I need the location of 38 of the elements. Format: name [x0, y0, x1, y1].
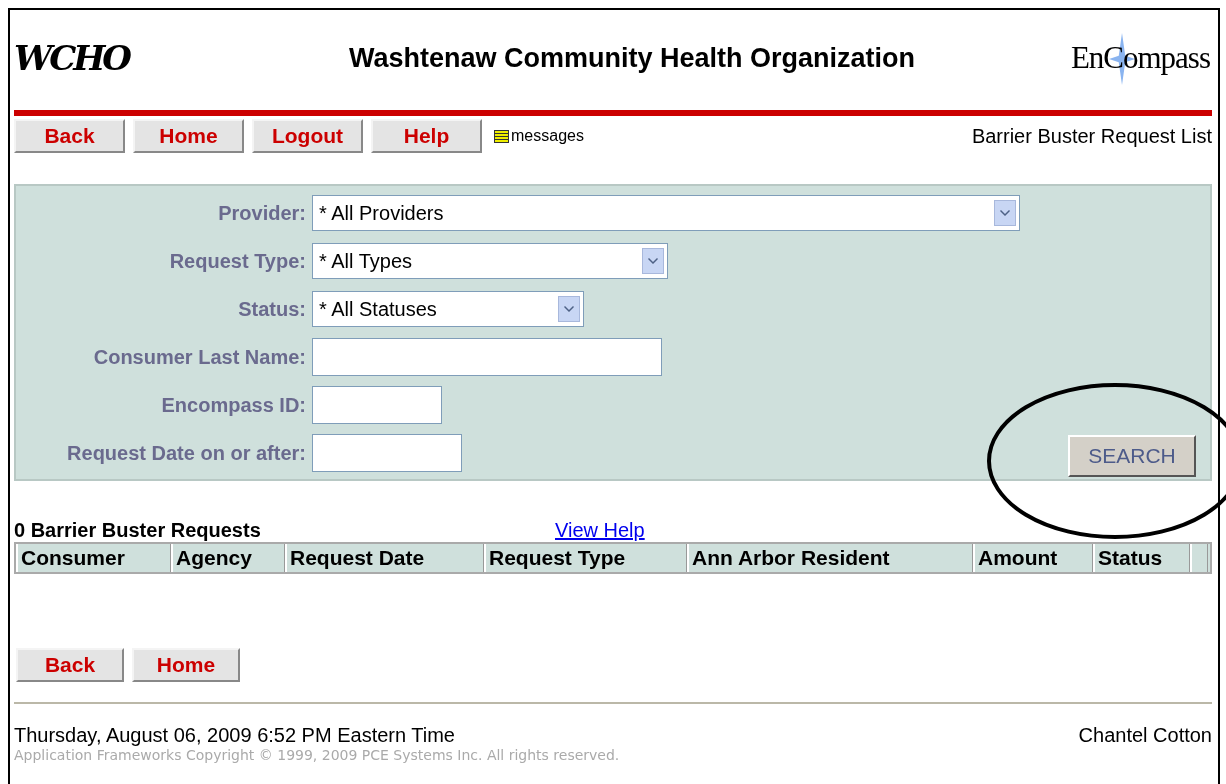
column-header: Request Type — [484, 544, 687, 572]
site-title: Washtenaw Community Health Organization — [347, 42, 916, 74]
nav-button[interactable]: Back — [14, 119, 125, 153]
nav-button[interactable]: Home — [133, 119, 244, 153]
column-header: Consumer — [16, 544, 171, 572]
nav-button[interactable]: Home — [132, 648, 240, 682]
search-button[interactable]: SEARCH — [1068, 435, 1196, 477]
column-header: Amount — [973, 544, 1093, 572]
field-label: Encompass ID: — [160, 392, 307, 418]
nav-button[interactable]: Help — [371, 119, 482, 153]
column-header: Status — [1093, 544, 1190, 572]
user-name: Chantel Cotton — [1078, 724, 1212, 747]
logo: WCHO — [14, 36, 131, 80]
field-label: Request Date on or after: — [66, 440, 307, 466]
input-field[interactable] — [312, 338, 662, 376]
header-spacer-cell — [1190, 544, 1208, 572]
input-field[interactable] — [312, 434, 462, 472]
messages-link[interactable]: messages — [494, 127, 584, 145]
copyright: Application Frameworks Copyright © 1999, 2009 PCE Systems Inc. All rights reserved. — [14, 747, 621, 763]
page-title: Barrier Buster Request List — [971, 124, 1212, 148]
column-header: Request Date — [285, 544, 484, 572]
dropdown[interactable]: * All Statuses — [312, 291, 584, 327]
message-icon — [494, 129, 509, 143]
field-label: Request Type: — [168, 248, 307, 274]
dropdown[interactable]: * All Providers — [312, 195, 1020, 231]
column-header: Ann Arbor Resident — [687, 544, 973, 572]
help-link[interactable]: View Help — [555, 519, 645, 542]
logo: EnCompass — [1070, 38, 1211, 77]
date-time: Thursday, August 06, 2009 6:52 PM Eastern Time — [14, 724, 455, 747]
input-field[interactable] — [312, 386, 442, 424]
nav-button[interactable]: Logout — [252, 119, 363, 153]
nav-button[interactable]: Back — [16, 648, 124, 682]
field-label: Provider: — [217, 200, 307, 226]
column-header: Agency — [171, 544, 285, 572]
field-label: Status: — [237, 296, 307, 322]
result-count: 0 Barrier Buster Requests — [14, 519, 262, 542]
field-label: Consumer Last Name: — [92, 344, 307, 370]
dropdown[interactable]: * All Types — [312, 243, 668, 279]
